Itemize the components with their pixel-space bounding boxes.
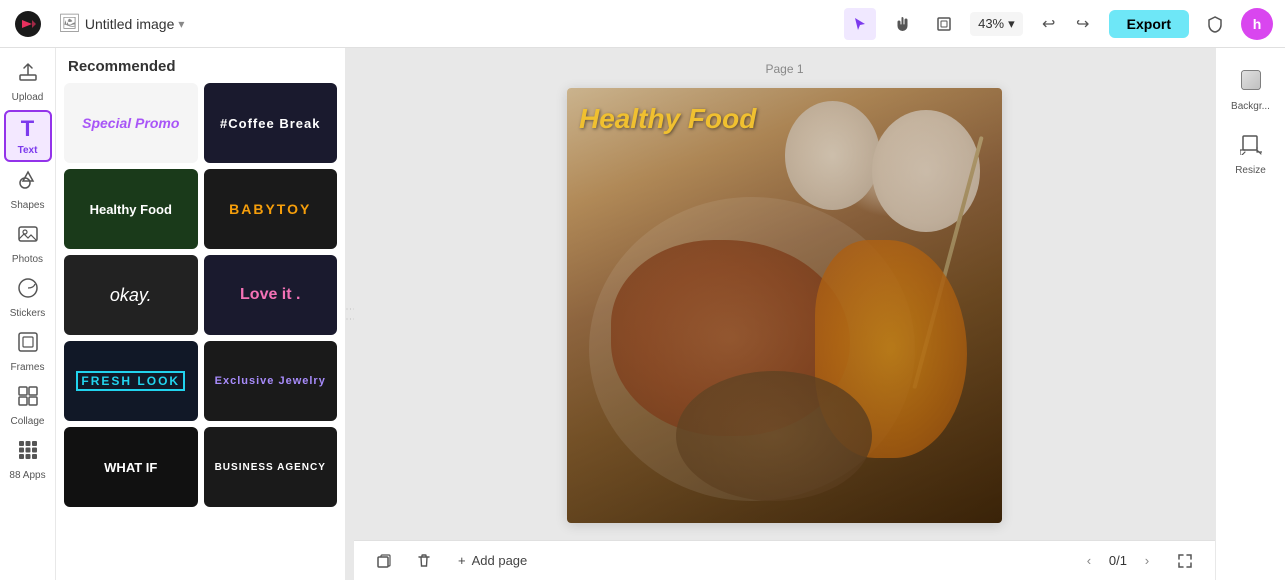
- zoom-control[interactable]: 43% ▾: [970, 12, 1023, 36]
- sidebar-icons: Upload T Text Shapes Pho: [0, 48, 56, 580]
- sidebar-item-text[interactable]: T Text: [4, 110, 52, 162]
- doc-title: Untitled image: [85, 16, 175, 32]
- hand-tool-button[interactable]: [886, 8, 918, 40]
- style-card-okay[interactable]: okay.: [64, 255, 198, 335]
- select-tool-button[interactable]: [844, 8, 876, 40]
- style-card-love-it[interactable]: Love it .: [204, 255, 338, 335]
- canvas-wrapper: Healthy Food: [354, 48, 1215, 580]
- add-page-button[interactable]: + Add page: [450, 549, 535, 572]
- add-page-icon: +: [458, 553, 466, 568]
- text-icon: T: [21, 116, 34, 142]
- sidebar-item-frames[interactable]: Frames: [4, 326, 52, 378]
- sidebar-item-stickers-label: Stickers: [10, 308, 46, 319]
- style-text-fresh-look: FRESH LOOK: [76, 371, 185, 391]
- panel-resize-handle[interactable]: ⋮⋮: [346, 48, 354, 580]
- right-panel-resize[interactable]: Resize: [1223, 124, 1279, 184]
- frame-tool-button[interactable]: [928, 8, 960, 40]
- user-avatar[interactable]: h: [1241, 8, 1273, 40]
- style-text-babytoy: BABYTOY: [229, 201, 311, 217]
- style-card-healthy-food[interactable]: Healthy Food: [64, 169, 198, 249]
- main-content: Upload T Text Shapes Pho: [0, 48, 1285, 580]
- doc-chevron-icon: ▾: [178, 17, 184, 31]
- style-card-fresh-look[interactable]: FRESH LOOK: [64, 341, 198, 421]
- right-panel-background[interactable]: Backgr...: [1223, 60, 1279, 120]
- style-card-what-if[interactable]: WHAT IF: [64, 427, 198, 507]
- style-text-special-promo: Special Promo: [82, 115, 179, 131]
- style-text-business-agency: BUSINESS AGENCY: [215, 462, 326, 473]
- frames-icon: [17, 331, 39, 359]
- sidebar-item-photos-label: Photos: [12, 254, 43, 265]
- sidebar-item-collage[interactable]: Collage: [4, 380, 52, 432]
- panel-title: Recommended: [56, 58, 345, 83]
- style-text-exclusive-jewelry: Exclusive Jewelry: [215, 375, 326, 387]
- sidebar-item-upload-label: Upload: [12, 92, 44, 103]
- style-grid: Special Promo #Coffee Break Healthy Food…: [56, 83, 345, 507]
- export-button[interactable]: Export: [1109, 10, 1189, 38]
- bottom-toolbar: + Add page ‹ 0/1 ›: [354, 540, 1215, 580]
- delete-page-button[interactable]: [410, 547, 438, 575]
- style-text-love-it: Love it .: [240, 286, 300, 304]
- canvas[interactable]: Healthy Food: [567, 88, 1002, 523]
- undo-button[interactable]: ↩: [1033, 8, 1065, 40]
- expand-button[interactable]: [1171, 547, 1199, 575]
- page-prev-button[interactable]: ‹: [1077, 549, 1101, 573]
- zoom-chevron-icon: ▾: [1008, 16, 1015, 32]
- duplicate-page-button[interactable]: [370, 547, 398, 575]
- add-page-label: Add page: [472, 553, 528, 568]
- style-card-business-agency[interactable]: BUSINESS AGENCY: [204, 427, 338, 507]
- page-navigation: ‹ 0/1 ›: [1077, 549, 1159, 573]
- style-text-what-if: WHAT IF: [104, 460, 157, 475]
- undo-redo-group: ↩ ↪: [1033, 8, 1099, 40]
- zoom-value: 43%: [978, 16, 1004, 31]
- page-counter: 0/1: [1109, 553, 1127, 568]
- style-text-coffee-break: #Coffee Break: [220, 116, 320, 131]
- resize-icon: [1240, 133, 1262, 161]
- sidebar-item-apps-label: 88 Apps: [9, 470, 45, 481]
- sidebar-item-upload[interactable]: Upload: [4, 56, 52, 108]
- style-card-special-promo[interactable]: Special Promo: [64, 83, 198, 163]
- topbar: 🖼 Untitled image ▾ 43% ▾ ↩ ↪ Export h: [0, 0, 1285, 48]
- canvas-overlay: [567, 88, 1002, 523]
- sidebar-item-stickers[interactable]: Stickers: [4, 272, 52, 324]
- sidebar-item-collage-label: Collage: [11, 416, 45, 427]
- stickers-icon: [17, 277, 39, 305]
- app-logo[interactable]: [12, 8, 44, 40]
- upload-icon: [17, 61, 39, 89]
- sidebar-item-photos[interactable]: Photos: [4, 218, 52, 270]
- redo-button[interactable]: ↪: [1067, 8, 1099, 40]
- background-icon: [1240, 69, 1262, 97]
- page-label: Page 1: [765, 62, 803, 76]
- sidebar-item-apps[interactable]: 88 Apps: [4, 434, 52, 486]
- shapes-icon: [17, 169, 39, 197]
- right-panel-resize-label: Resize: [1235, 165, 1266, 176]
- sidebar-item-text-label: Text: [18, 145, 38, 156]
- style-card-babytoy[interactable]: BABYTOY: [204, 169, 338, 249]
- canvas-area: Page 1 Healthy Food: [354, 48, 1215, 580]
- canvas-image-title[interactable]: Healthy Food: [579, 103, 756, 135]
- page-next-button[interactable]: ›: [1135, 549, 1159, 573]
- avatar-letter: h: [1253, 16, 1262, 32]
- right-panel-background-label: Backgr...: [1231, 101, 1270, 112]
- doc-icon: 🖼: [58, 13, 81, 34]
- sidebar-item-shapes[interactable]: Shapes: [4, 164, 52, 216]
- canvas-image: Healthy Food: [567, 88, 1002, 523]
- collage-icon: [17, 385, 39, 413]
- doc-title-area[interactable]: 🖼 Untitled image ▾: [58, 13, 184, 34]
- style-card-coffee-break[interactable]: #Coffee Break: [204, 83, 338, 163]
- shield-button[interactable]: [1199, 8, 1231, 40]
- style-card-exclusive-jewelry[interactable]: Exclusive Jewelry: [204, 341, 338, 421]
- apps-icon: [17, 439, 39, 467]
- sidebar-item-frames-label: Frames: [11, 362, 45, 373]
- photos-icon: [17, 223, 39, 251]
- style-text-healthy-food: Healthy Food: [90, 202, 172, 217]
- text-panel: Recommended Special Promo #Coffee Break …: [56, 48, 346, 580]
- right-panel: Backgr... Resize: [1215, 48, 1285, 580]
- sidebar-item-shapes-label: Shapes: [11, 200, 45, 211]
- style-text-okay: okay.: [110, 285, 152, 306]
